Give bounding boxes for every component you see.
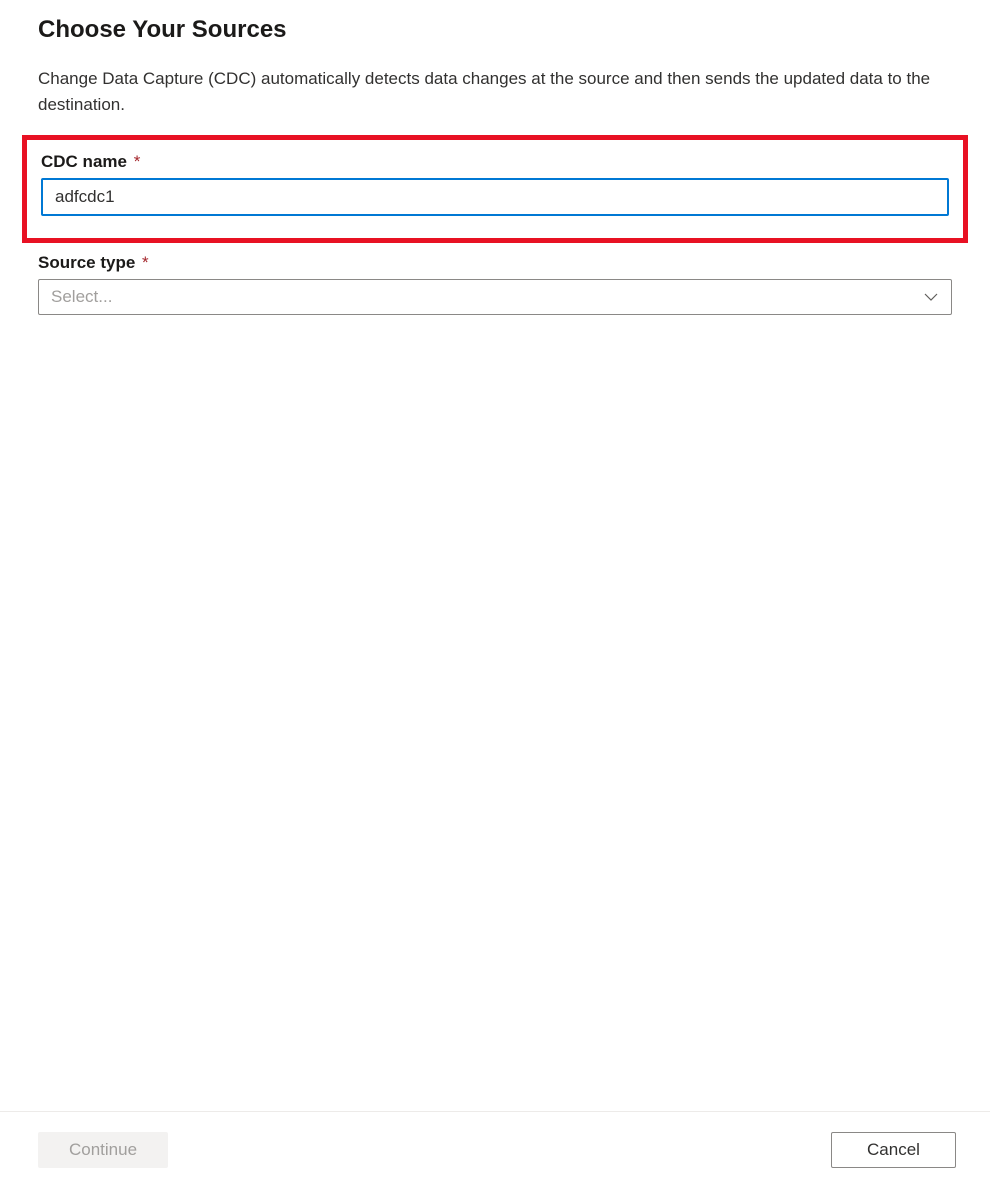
source-type-select[interactable]: Select... [38, 279, 952, 315]
cdc-name-input[interactable] [41, 178, 949, 216]
required-marker: * [142, 253, 149, 272]
page-description: Change Data Capture (CDC) automatically … [38, 66, 952, 117]
cdc-name-highlight: CDC name * [22, 135, 968, 243]
cdc-name-field-group: CDC name * [41, 152, 949, 216]
source-type-select-wrapper: Select... [38, 279, 952, 315]
cdc-name-label-text: CDC name [41, 152, 127, 171]
continue-button[interactable]: Continue [38, 1132, 168, 1168]
cdc-name-label: CDC name * [41, 152, 949, 172]
required-marker: * [134, 152, 141, 171]
source-type-label: Source type * [38, 253, 952, 273]
cancel-button[interactable]: Cancel [831, 1132, 956, 1168]
source-type-label-text: Source type [38, 253, 135, 272]
source-type-field-group: Source type * Select... [38, 253, 952, 315]
footer: Continue Cancel [0, 1111, 990, 1188]
page-title: Choose Your Sources [38, 16, 952, 44]
